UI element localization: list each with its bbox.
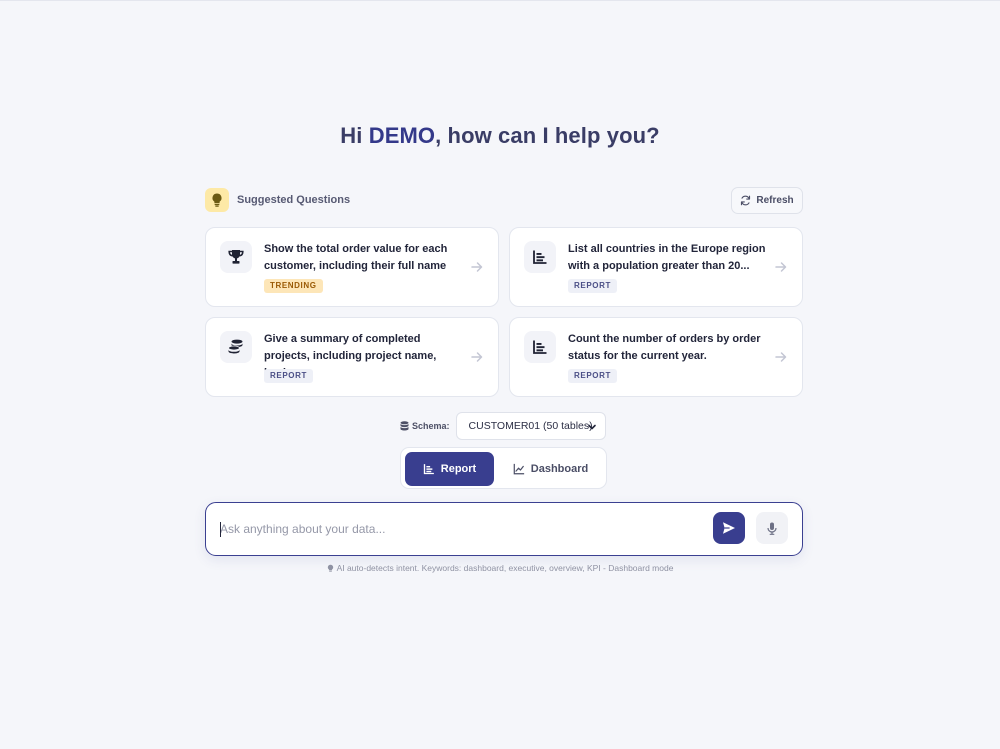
- chat-input-box: [205, 502, 803, 556]
- suggested-question-text: Count the number of orders by order stat…: [568, 333, 761, 362]
- report-badge: REPORT: [568, 369, 617, 383]
- arrow-right-icon: [775, 352, 787, 362]
- chevron-down-icon: [587, 424, 596, 430]
- greeting-username: DEMO: [368, 123, 436, 148]
- mode-toggle: Report Dashboard: [400, 447, 607, 489]
- suggested-question-card[interactable]: Give a summary of completed projects, in…: [205, 317, 499, 397]
- intent-hint-text: AI auto-detects intent. Keywords: dashbo…: [336, 563, 674, 573]
- arrow-right-icon: [471, 262, 483, 272]
- suggested-questions-header: Suggested Questions Refresh: [205, 187, 803, 214]
- coins-icon: [220, 331, 252, 363]
- refresh-label: Refresh: [756, 195, 794, 206]
- suggested-question-card[interactable]: Count the number of orders by order stat…: [509, 317, 803, 397]
- database-icon: [400, 421, 409, 431]
- lightbulb-icon: [205, 188, 229, 212]
- text-caret: [220, 522, 221, 537]
- schema-selector-row: Schema: CUSTOMER01 (50 tables): [400, 412, 606, 440]
- suggested-question-card[interactable]: Show the total order value for each cust…: [205, 227, 499, 307]
- schema-label-text: Schema:: [412, 421, 450, 431]
- lightbulb-icon: [327, 564, 333, 572]
- microphone-button[interactable]: [756, 512, 788, 544]
- report-badge: REPORT: [568, 279, 617, 293]
- dashboard-mode-label: Dashboard: [530, 463, 589, 475]
- greeting-heading: Hi DEMO, how can I help you?: [0, 123, 1000, 149]
- refresh-icon: [741, 195, 751, 206]
- greeting-suffix: , how can I help you?: [435, 123, 660, 148]
- trophy-icon: [220, 241, 252, 273]
- microphone-icon: [767, 522, 777, 535]
- report-mode-label: Report: [440, 463, 477, 475]
- report-badge: REPORT: [264, 369, 313, 383]
- top-divider: [0, 0, 1000, 1]
- send-button[interactable]: [713, 512, 745, 544]
- refresh-button[interactable]: Refresh: [731, 187, 803, 214]
- arrow-right-icon: [775, 262, 787, 272]
- report-mode-button[interactable]: Report: [405, 452, 494, 486]
- bar-chart-icon: [423, 464, 434, 475]
- line-chart-icon: [513, 463, 524, 475]
- dashboard-mode-button[interactable]: Dashboard: [498, 452, 603, 486]
- arrow-right-icon: [471, 352, 483, 362]
- suggested-questions-title: Suggested Questions: [237, 194, 351, 206]
- ask-input[interactable]: [220, 519, 690, 539]
- intent-hint: AI auto-detects intent. Keywords: dashbo…: [0, 563, 1000, 573]
- schema-selected-value: CUSTOMER01 (50 tables): [468, 420, 593, 432]
- suggested-question-card[interactable]: List all countries in the Europe region …: [509, 227, 803, 307]
- trending-badge: TRENDING: [264, 279, 323, 293]
- schema-label: Schema:: [400, 421, 450, 431]
- send-icon: [723, 522, 735, 534]
- bar-chart-icon: [524, 241, 556, 273]
- suggested-question-text: List all countries in the Europe region …: [568, 243, 766, 272]
- bar-chart-icon: [524, 331, 556, 363]
- greeting-prefix: Hi: [340, 123, 369, 148]
- schema-dropdown[interactable]: CUSTOMER01 (50 tables): [455, 412, 606, 440]
